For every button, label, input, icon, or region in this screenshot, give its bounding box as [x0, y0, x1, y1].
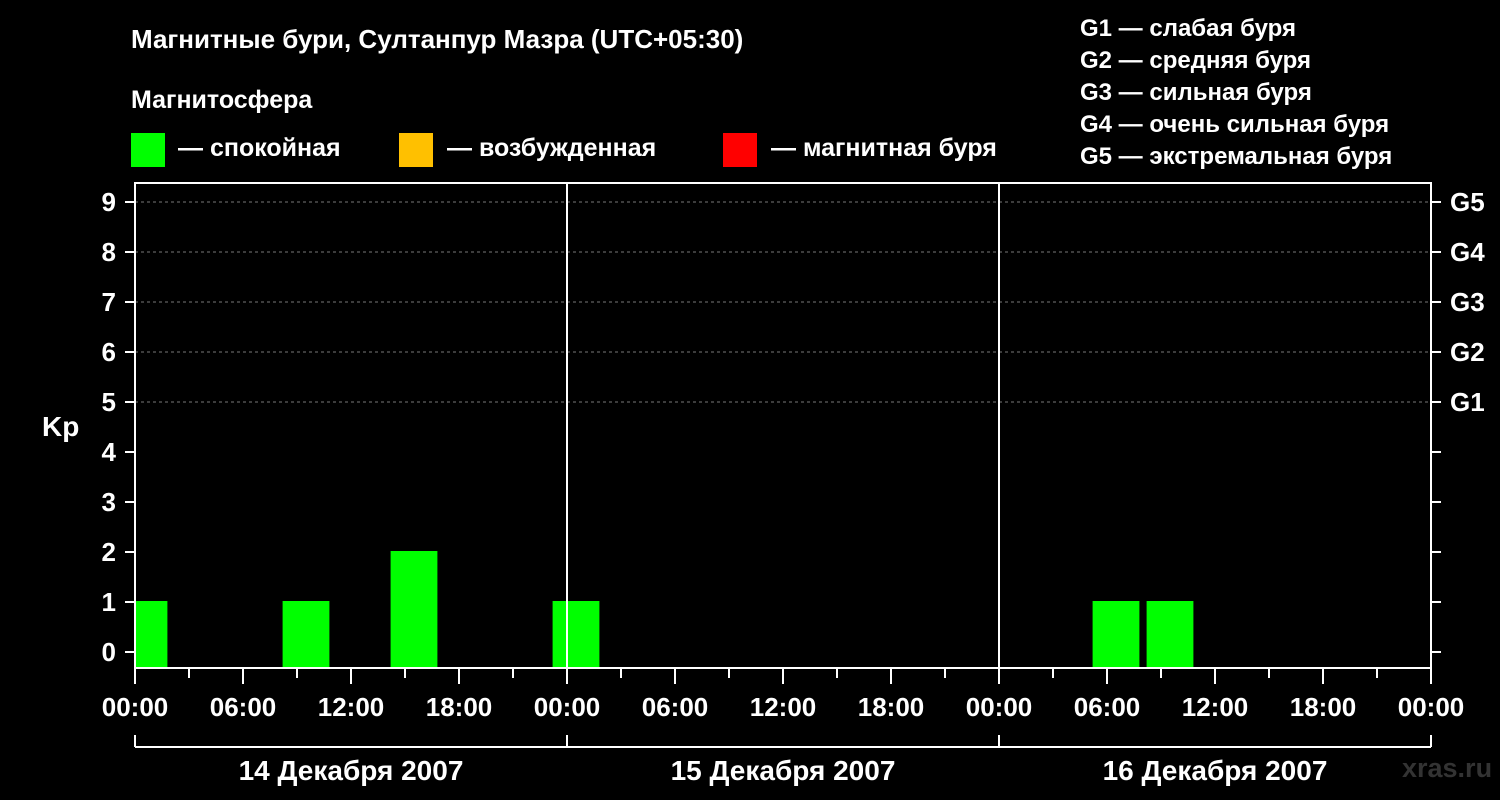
storm-level-label: G3	[1450, 287, 1485, 317]
x-tick-label: 12:00	[1182, 692, 1249, 722]
y-tick-label: 3	[102, 487, 116, 517]
x-tick-label: 00:00	[966, 692, 1033, 722]
day-label: 15 Декабря 2007	[671, 755, 896, 786]
x-tick-label: 18:00	[858, 692, 925, 722]
y-tick-label: 5	[102, 387, 116, 417]
x-tick-label: 00:00	[102, 692, 169, 722]
x-tick-label: 18:00	[1290, 692, 1357, 722]
storm-level-label: G4	[1450, 237, 1485, 267]
x-tick-label: 06:00	[1074, 692, 1141, 722]
y-tick-label: 1	[102, 587, 116, 617]
x-tick-label: 00:00	[1398, 692, 1465, 722]
kp-bar	[390, 551, 438, 668]
y-tick-label: 8	[102, 237, 116, 267]
x-tick-label: 00:00	[534, 692, 601, 722]
y-tick-label: 0	[102, 637, 116, 667]
kp-bar	[1092, 601, 1140, 668]
x-tick-label: 12:00	[750, 692, 817, 722]
storm-level-label: G1	[1450, 387, 1485, 417]
storm-level-label: G5	[1450, 187, 1485, 217]
y-tick-label: 2	[102, 537, 116, 567]
plot-frame	[134, 182, 1432, 669]
y-tick-label: 9	[102, 187, 116, 217]
x-tick-label: 06:00	[642, 692, 709, 722]
day-label: 14 Декабря 2007	[239, 755, 464, 786]
x-tick-label: 06:00	[210, 692, 277, 722]
kp-bar	[552, 601, 600, 668]
x-tick-label: 18:00	[426, 692, 493, 722]
y-tick-label: 6	[102, 337, 116, 367]
y-tick-label: 7	[102, 287, 116, 317]
kp-bar	[1146, 601, 1194, 668]
storm-level-label: G2	[1450, 337, 1485, 367]
kp-chart: 0 1 2 3 4 5 6 7 8 9 G1 G2 G3 G4 G5 00:00 06:00 12:00 18:00…	[102, 182, 1485, 786]
x-tick-label: 12:00	[318, 692, 385, 722]
y-tick-label: 4	[102, 437, 117, 467]
day-label: 16 Декабря 2007	[1103, 755, 1328, 786]
kp-bar	[282, 601, 330, 668]
kp-bar	[135, 601, 168, 668]
